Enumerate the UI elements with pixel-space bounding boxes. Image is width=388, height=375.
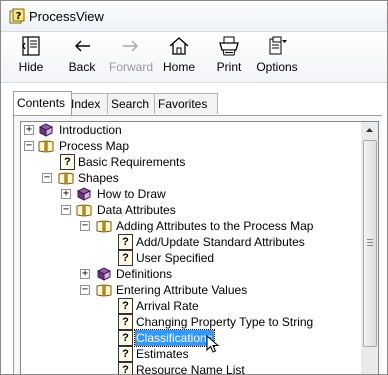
expand-plus-icon[interactable]: + [24, 125, 34, 135]
help-topic-icon: ? [118, 298, 133, 314]
hide-button[interactable]: Hide [13, 35, 49, 79]
help-window: ? ProcessView Hide Back Forward Home Pri… [0, 0, 388, 375]
help-topic-icon: ? [60, 154, 75, 170]
tree-item-definitions[interactable]: + Definitions [21, 266, 341, 282]
tree-label: Resource Name List [136, 363, 245, 375]
closed-book-icon [96, 267, 112, 281]
home-icon [169, 37, 189, 55]
open-book-icon [76, 204, 92, 217]
tree-item-adding-attributes[interactable]: − Adding Attributes to the Process Map [21, 218, 341, 234]
tab-search[interactable]: Search [107, 93, 158, 114]
help-topic-icon: ? [118, 314, 133, 330]
tab-index[interactable]: Index [67, 93, 111, 114]
forward-arrow-icon [123, 40, 138, 52]
home-label: Home [162, 60, 195, 74]
vertical-scrollbar[interactable] [361, 121, 379, 374]
scroll-up-arrow-icon[interactable] [361, 122, 378, 139]
tab-contents[interactable]: Contents [13, 91, 72, 115]
tree-label: Entering Attribute Values [116, 283, 248, 297]
tree-item-user-specified[interactable]: ? User Specified [21, 250, 341, 266]
print-button[interactable]: Print [211, 35, 247, 79]
tree-item-how-to-draw[interactable]: + How to Draw [21, 186, 341, 202]
open-book-icon [96, 284, 112, 297]
back-button[interactable]: Back [64, 35, 100, 79]
tab-favorites[interactable]: Favorites [154, 93, 218, 114]
tree-item-changing-property-type[interactable]: ? Changing Property Type to String [21, 314, 341, 330]
forward-button[interactable]: Forward [109, 35, 153, 79]
open-book-icon [38, 140, 54, 153]
collapse-minus-icon[interactable]: − [80, 221, 90, 231]
tree-item-basic-requirements[interactable]: ? Basic Requirements [21, 154, 341, 170]
tree-label: Changing Property Type to String [136, 315, 314, 329]
options-button[interactable]: Options [254, 35, 300, 79]
back-label: Back [68, 60, 96, 74]
expand-plus-icon[interactable]: + [61, 189, 71, 199]
tree-label: Shapes [78, 171, 119, 185]
tree-label-selected: Classifications [134, 329, 215, 347]
contents-tree[interactable]: + Introduction − Process Map ? Basic Req… [20, 121, 362, 375]
print-label: Print [216, 60, 242, 74]
help-topic-icon: ? [118, 234, 133, 250]
tab-search-label: Search [111, 97, 150, 111]
tree-label: User Specified [136, 251, 215, 265]
closed-book-icon [38, 123, 54, 137]
closed-book-icon [76, 187, 92, 201]
tree-item-entering-attribute-values[interactable]: − Entering Attribute Values [21, 282, 341, 298]
hide-label: Hide [18, 60, 44, 74]
expand-plus-icon[interactable]: + [80, 269, 90, 279]
options-dropdown-icon [269, 36, 287, 55]
tree-label: Definitions [116, 267, 173, 281]
collapse-minus-icon[interactable]: − [61, 205, 71, 215]
help-topic-icon: ? [118, 250, 133, 266]
tab-index-label: Index [71, 97, 101, 111]
collapse-minus-icon[interactable]: − [80, 285, 90, 295]
tree-item-add-update-standard[interactable]: ? Add/Update Standard Attributes [21, 234, 341, 250]
svg-text:?: ? [16, 11, 22, 22]
open-book-icon [58, 172, 74, 185]
navigation-tabs: Contents Index Search Favorites [13, 91, 373, 115]
tree-label: Data Attributes [97, 203, 176, 217]
tree-item-estimates[interactable]: ? Estimates [21, 346, 341, 362]
home-button[interactable]: Home [161, 35, 197, 79]
tree-label: Estimates [136, 347, 189, 361]
tree-item-introduction[interactable]: + Introduction [21, 122, 341, 138]
tree-item-arrival-rate[interactable]: ? Arrival Rate [21, 298, 341, 314]
title-bar: ? ProcessView [1, 1, 387, 32]
tree-label: Process Map [59, 139, 130, 153]
options-label: Options [256, 60, 298, 74]
collapse-minus-icon[interactable]: − [24, 141, 34, 151]
forward-label: Forward [109, 60, 154, 74]
tab-contents-label: Contents [17, 96, 66, 110]
help-app-icon: ? [9, 8, 25, 24]
hide-pane-icon [22, 36, 40, 56]
tab-favorites-label: Favorites [158, 97, 208, 111]
tree-item-shapes[interactable]: − Shapes [21, 170, 341, 186]
help-topic-icon: ? [118, 330, 133, 346]
tree-item-data-attributes[interactable]: − Data Attributes [21, 202, 341, 218]
printer-icon [219, 36, 239, 56]
tree-label: Basic Requirements [78, 155, 186, 169]
tree-label: How to Draw [97, 187, 166, 201]
tree-item-classifications[interactable]: ? Classifications [21, 329, 341, 353]
window-title: ProcessView [29, 9, 104, 24]
help-topic-icon: ? [118, 362, 133, 374]
toolbar: Hide Back Forward Home Print Options [1, 32, 387, 83]
back-arrow-icon [75, 40, 90, 52]
scrollbar-thumb[interactable] [363, 140, 377, 347]
tree-item-resource-name-list[interactable]: ? Resource Name List [21, 362, 341, 375]
tree-label: Adding Attributes to the Process Map [116, 219, 314, 233]
tree-label: Add/Update Standard Attributes [136, 235, 305, 249]
collapse-minus-icon[interactable]: − [42, 173, 52, 183]
open-book-icon [96, 220, 112, 233]
tree-item-process-map[interactable]: − Process Map [21, 138, 341, 154]
help-topic-icon: ? [118, 346, 133, 362]
tree-label: Introduction [59, 123, 122, 137]
tree-label: Arrival Rate [136, 299, 199, 313]
